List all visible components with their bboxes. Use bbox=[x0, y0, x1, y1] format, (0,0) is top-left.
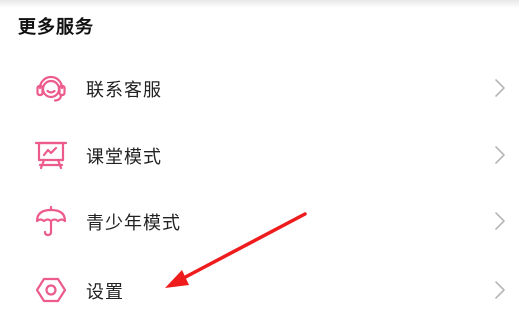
chevron-right-icon bbox=[493, 78, 507, 98]
chevron-right-icon bbox=[493, 280, 507, 300]
menu-item-teen-mode[interactable]: 青少年模式 bbox=[0, 191, 519, 251]
headset-icon bbox=[33, 70, 69, 106]
menu-item-label: 设置 bbox=[86, 282, 124, 303]
hexagon-settings-icon bbox=[33, 272, 69, 308]
section-title: 更多服务 bbox=[18, 17, 94, 38]
chevron-right-icon bbox=[493, 211, 507, 231]
menu-item-settings[interactable]: 设置 bbox=[0, 260, 519, 320]
menu-item-label: 青少年模式 bbox=[86, 213, 181, 234]
menu-item-label: 联系客服 bbox=[86, 80, 162, 101]
chevron-right-icon bbox=[493, 145, 507, 165]
menu-item-classroom-mode[interactable]: 课堂模式 bbox=[0, 125, 519, 185]
blackboard-icon bbox=[33, 137, 69, 173]
top-divider-shadow bbox=[0, 0, 519, 8]
umbrella-icon bbox=[33, 203, 69, 239]
menu-item-contact-service[interactable]: 联系客服 bbox=[0, 58, 519, 118]
menu-item-label: 课堂模式 bbox=[86, 147, 162, 168]
